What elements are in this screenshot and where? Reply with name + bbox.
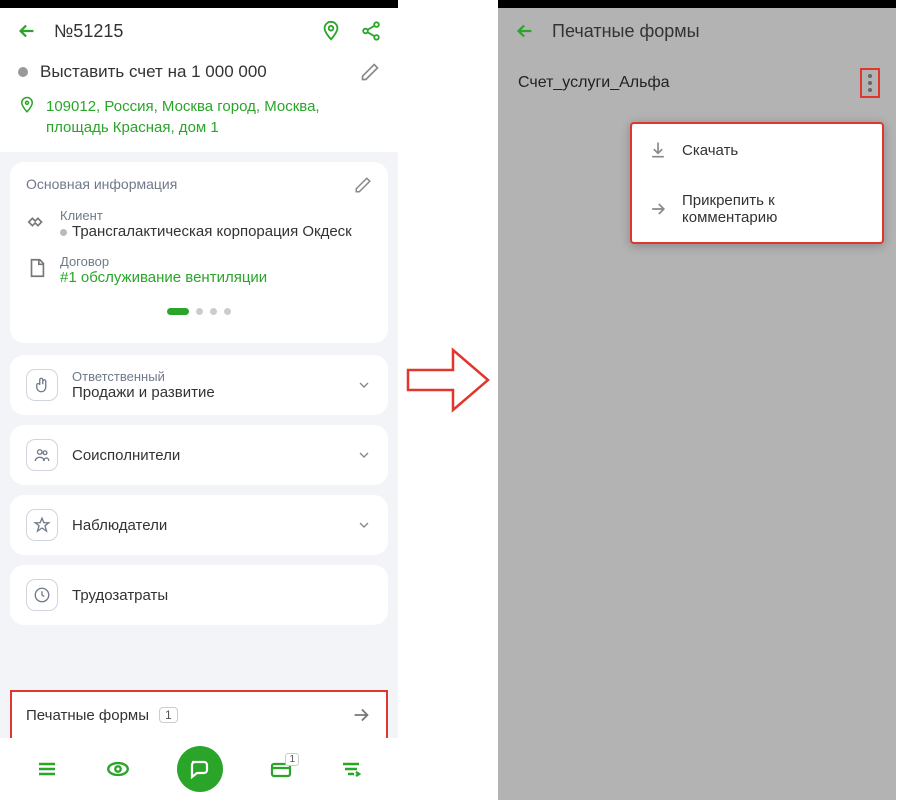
form-name: Счет_услуги_Альфа [518,74,860,92]
transition-arrow [398,0,498,420]
client-value: Трансгалактическая корпорация Окдеск [72,223,352,240]
context-menu: Скачать Прикрепить к комментарию [630,122,884,244]
share-icon[interactable] [360,20,382,42]
arrow-right-icon [648,199,668,219]
effort-label: Трудозатраты [72,587,372,604]
coexecutors-row[interactable]: Соисполнители [10,425,388,485]
pager-dot-active[interactable] [167,308,189,315]
responsible-value: Продажи и развитие [72,384,342,401]
observers-row[interactable]: Наблюдатели [10,495,388,555]
address-text: 109012, Россия, Москва город, Москва, пл… [46,96,380,138]
filter-icon[interactable] [339,757,363,781]
edit-pencil-icon[interactable] [354,176,372,194]
form-row[interactable]: Счет_услуги_Альфа [498,54,896,112]
page-title: Печатные формы [552,21,880,42]
edit-pencil-icon[interactable] [360,62,380,82]
pager-dot[interactable] [210,308,217,315]
chevron-down-icon [356,377,372,393]
status-bar [0,0,398,8]
chevron-down-icon [356,447,372,463]
pager-dots[interactable] [26,300,372,329]
document-icon [26,257,48,279]
responsible-row[interactable]: Ответственный Продажи и развитие [10,355,388,415]
chevron-down-icon [356,517,372,533]
main-info-label: Основная информация [26,176,177,194]
page-title: №51215 [54,21,304,42]
location-pin-icon[interactable] [320,20,342,42]
print-forms-row[interactable]: Печатные формы 1 [10,690,388,740]
chat-fab[interactable] [177,746,223,792]
menu-icon[interactable] [35,757,59,781]
contract-value: #1 обслуживание вентиляции [60,269,267,286]
eye-icon[interactable] [105,756,131,782]
hand-icon [26,369,58,401]
print-forms-label: Печатные формы [26,707,149,724]
status-dot-icon [60,229,67,236]
observers-label: Наблюдатели [72,517,342,534]
header: №51215 [0,8,398,54]
back-arrow-icon[interactable] [16,20,38,42]
download-icon [648,140,668,160]
bottom-nav: 1 [0,738,398,800]
pager-dot[interactable] [224,308,231,315]
attach-label: Прикрепить к комментарию [682,192,866,226]
address-row[interactable]: 109012, Россия, Москва город, Москва, пл… [0,90,398,152]
attach-item[interactable]: Прикрепить к комментарию [632,176,882,242]
clock-icon [26,579,58,611]
pager-dot[interactable] [196,308,203,315]
task-row: Выставить счет на 1 000 000 [0,54,398,90]
download-item[interactable]: Скачать [632,124,882,176]
more-menu-icon[interactable] [860,68,880,98]
left-screen: №51215 Выставить счет на 1 000 000 10901… [0,0,398,800]
coexecutors-label: Соисполнители [72,447,342,464]
client-label: Клиент [60,208,352,223]
status-bar [498,0,896,8]
contract-item[interactable]: Договор #1 обслуживание вентиляции [26,254,372,286]
client-item[interactable]: Клиент Трансгалактическая корпорация Окд… [26,208,372,240]
handshake-icon [26,211,48,233]
arrow-right-icon [350,704,372,726]
task-title: Выставить счет на 1 000 000 [40,62,348,82]
responsible-label: Ответственный [72,369,342,384]
download-label: Скачать [682,142,738,159]
header: Печатные формы [498,8,896,54]
nav-badge: 1 [285,753,299,766]
star-icon [26,509,58,541]
content-area: Основная информация Клиент Трансгалактич… [0,152,398,772]
card-icon[interactable]: 1 [269,757,293,781]
print-forms-count-badge: 1 [159,707,178,723]
effort-row[interactable]: Трудозатраты [10,565,388,625]
contract-label: Договор [60,254,267,269]
location-pin-icon [18,96,36,114]
main-info-card: Основная информация Клиент Трансгалактич… [10,162,388,343]
back-arrow-icon[interactable] [514,20,536,42]
right-screen: Печатные формы Счет_услуги_Альфа Скачать… [498,0,896,800]
users-icon [26,439,58,471]
status-dot-icon [18,67,28,77]
